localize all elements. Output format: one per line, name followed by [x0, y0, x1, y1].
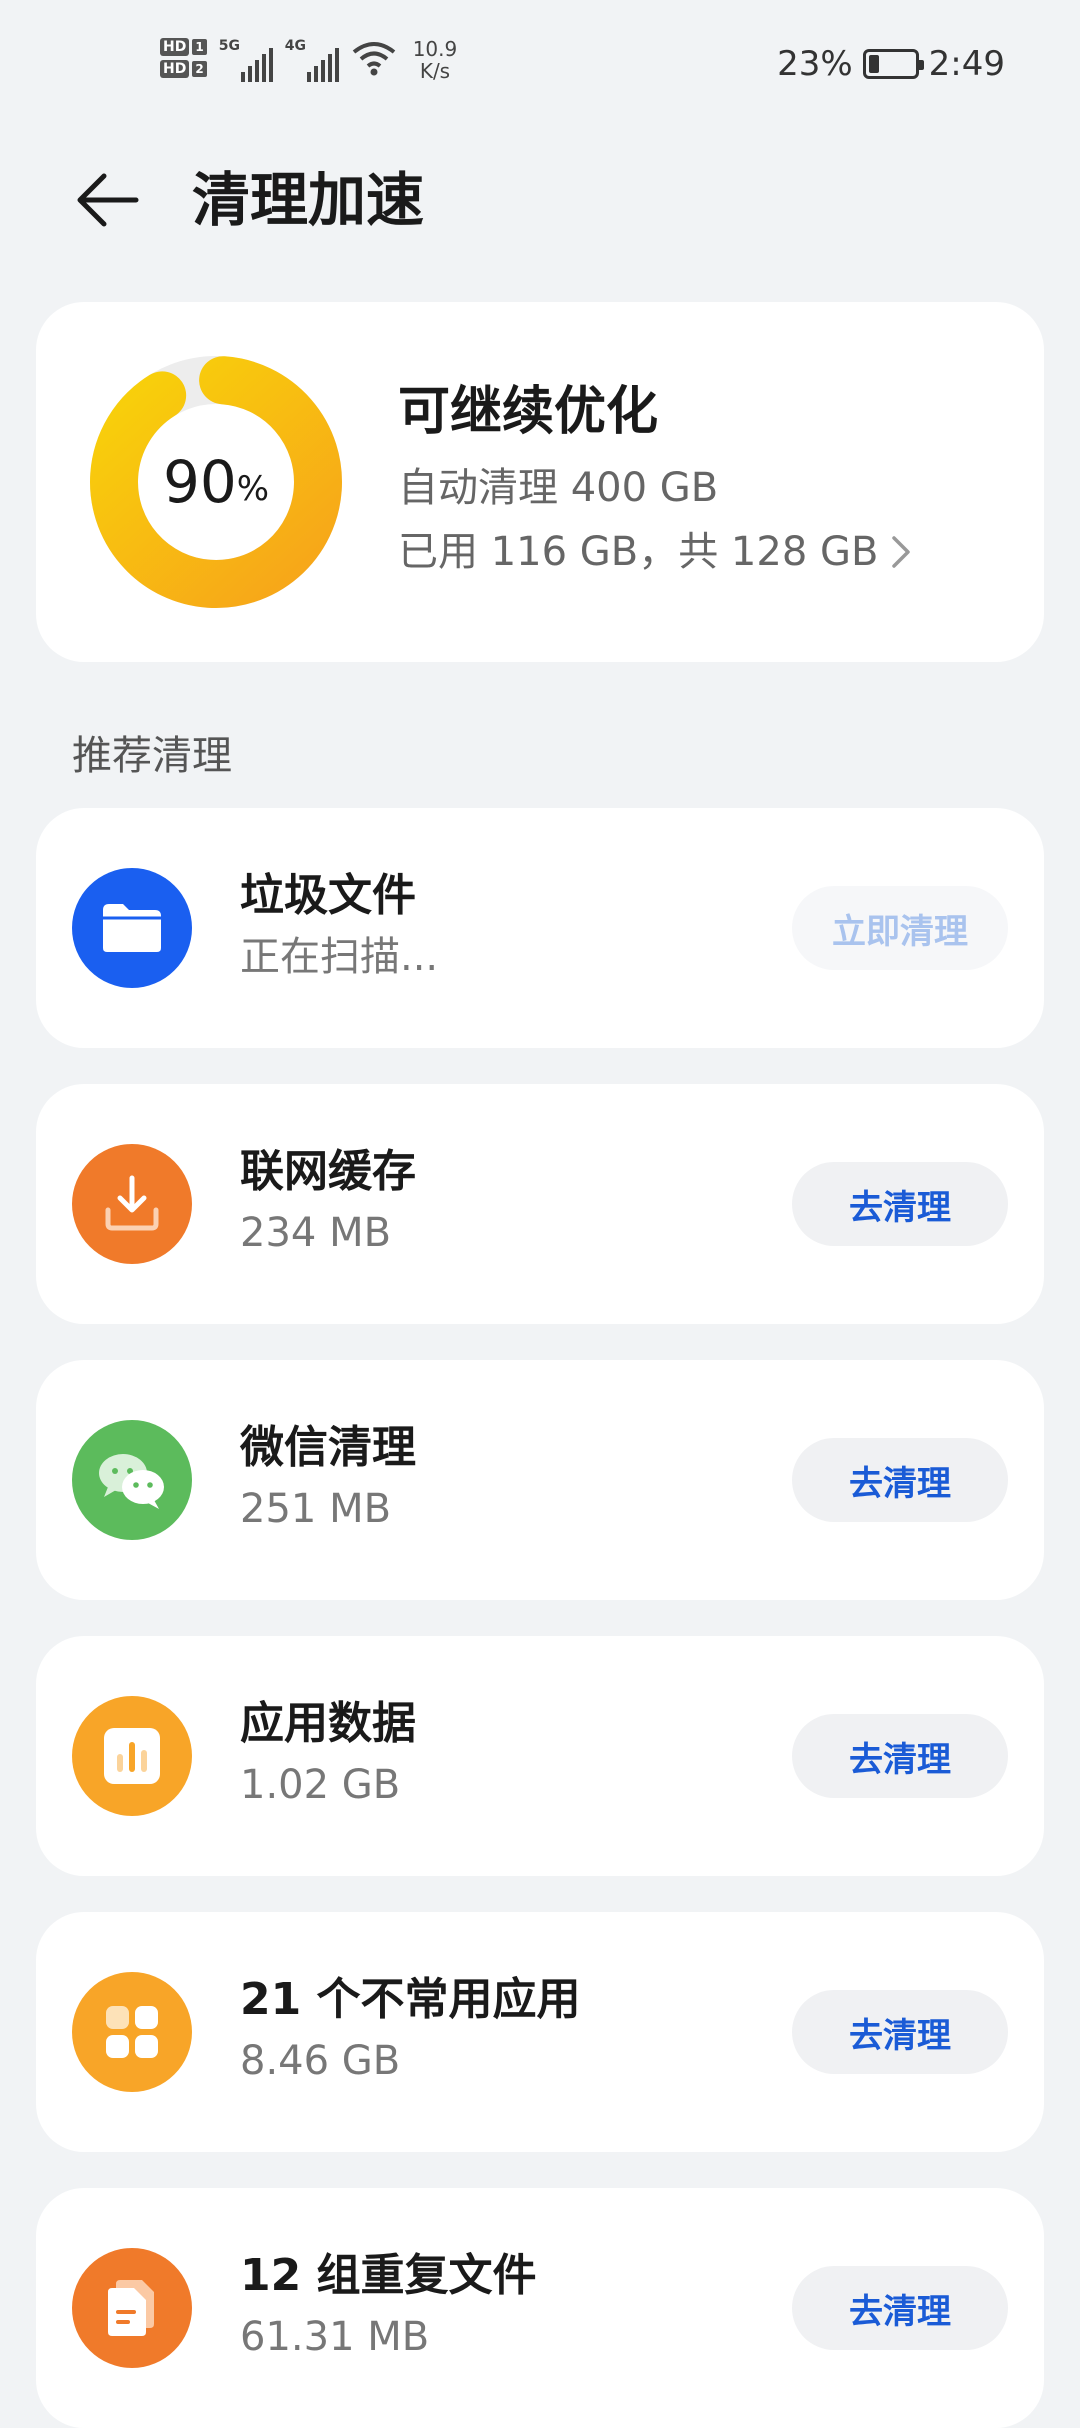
chevron-right-icon — [892, 536, 911, 568]
item-icon-bg — [72, 2248, 192, 2368]
item-icon-bg — [72, 868, 192, 988]
storage-status-title: 可继续优化 — [398, 382, 659, 442]
item-subtitle: 1.02 GB — [240, 1762, 401, 1808]
clean-button[interactable]: 去清理 — [792, 1438, 1008, 1522]
duplicate-files-icon — [108, 2280, 154, 2336]
item-title: 应用数据 — [240, 1698, 416, 1749]
battery-fill — [868, 55, 879, 73]
section-title-recommended: 推荐清理 — [72, 733, 232, 779]
signal-5g-icon: 5G — [219, 38, 273, 82]
cleanup-item-duplicate-files[interactable]: 12 组重复文件 61.31 MB 去清理 — [36, 2188, 1044, 2428]
app-header: 清理加速 — [0, 140, 1080, 260]
network-speed: 10.9 K/s — [413, 38, 458, 82]
status-bar: HD 1 HD 2 5G 4G 10.9 K/s 23% 2:49 — [0, 0, 1080, 130]
item-icon-bg — [72, 1696, 192, 1816]
item-icon-bg — [72, 1144, 192, 1264]
ring-percent-value: 90 — [162, 448, 237, 516]
item-subtitle: 234 MB — [240, 1210, 392, 1256]
cleanup-item-junk-files[interactable]: 垃圾文件 正在扫描... 立即清理 — [36, 808, 1044, 1048]
folder-icon — [103, 904, 161, 952]
speed-unit: K/s — [419, 59, 451, 83]
clock: 2:49 — [928, 44, 1005, 84]
item-icon-bg — [72, 1972, 192, 2092]
clean-button[interactable]: 去清理 — [792, 1714, 1008, 1798]
storage-card[interactable]: 90% 可继续优化 自动清理 400 GB 已用 116 GB，共 128 GB — [36, 302, 1044, 662]
item-subtitle: 8.46 GB — [240, 2038, 401, 2084]
cleanup-item-app-data[interactable]: 应用数据 1.02 GB 去清理 — [36, 1636, 1044, 1876]
cleanup-item-wechat[interactable]: 微信清理 251 MB 去清理 — [36, 1360, 1044, 1600]
status-left: HD 1 HD 2 5G 4G 10.9 K/s — [160, 38, 457, 82]
item-title: 垃圾文件 — [240, 870, 416, 921]
clean-button[interactable]: 去清理 — [792, 2266, 1008, 2350]
item-title: 12 组重复文件 — [240, 2250, 537, 2301]
battery-icon — [862, 49, 924, 79]
auto-clean-info: 自动清理 400 GB — [398, 465, 719, 511]
item-icon-bg — [72, 1420, 192, 1540]
bar-chart-icon — [104, 1728, 160, 1784]
signal-4g-icon: 4G — [285, 38, 339, 82]
wifi-icon — [352, 42, 395, 76]
page-title: 清理加速 — [192, 166, 425, 234]
item-title: 联网缓存 — [240, 1146, 416, 1197]
ring-percent-sign: % — [236, 469, 270, 509]
clean-now-button[interactable]: 立即清理 — [792, 886, 1008, 970]
item-subtitle: 251 MB — [240, 1486, 392, 1532]
item-title: 微信清理 — [240, 1422, 416, 1473]
clean-button[interactable]: 去清理 — [792, 1162, 1008, 1246]
clean-button[interactable]: 去清理 — [792, 1990, 1008, 2074]
status-right: 23% 2:49 — [777, 44, 1005, 84]
speed-value: 10.9 — [412, 37, 458, 61]
item-subtitle: 61.31 MB — [240, 2314, 430, 2360]
hd-indicators: HD 1 HD 2 — [160, 38, 207, 78]
battery-percent: 23% — [777, 44, 853, 84]
cleanup-item-unused-apps[interactable]: 21 个不常用应用 8.46 GB 去清理 — [36, 1912, 1044, 2152]
download-icon — [105, 1175, 159, 1231]
storage-usage-link[interactable]: 已用 116 GB，共 128 GB — [398, 526, 912, 578]
hd-1-badge: HD 1 — [160, 38, 207, 56]
ring-percent-label: 90% — [88, 354, 344, 610]
storage-usage-text: 已用 116 GB，共 128 GB — [398, 529, 879, 575]
apps-grid-icon — [106, 2006, 158, 2058]
wechat-icon — [99, 1454, 164, 1509]
back-arrow-icon[interactable] — [70, 160, 150, 240]
hd-2-badge: HD 2 — [160, 60, 207, 78]
item-subtitle: 正在扫描... — [240, 934, 439, 980]
item-title: 21 个不常用应用 — [240, 1974, 581, 2025]
cleanup-item-network-cache[interactable]: 联网缓存 234 MB 去清理 — [36, 1084, 1044, 1324]
